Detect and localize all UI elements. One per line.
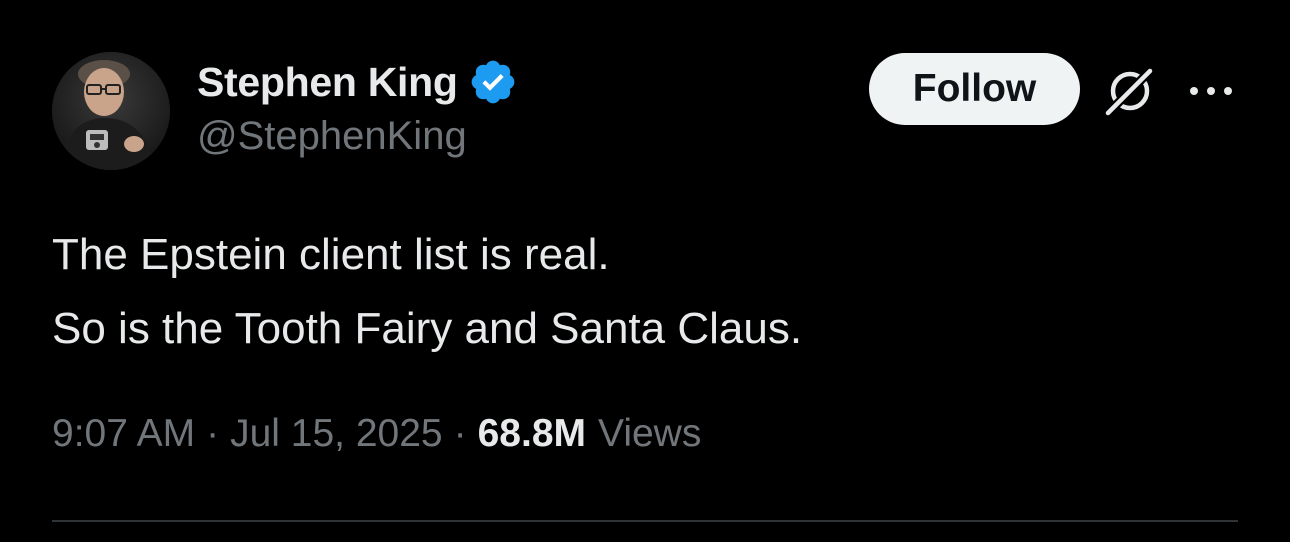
name-row: Stephen King: [197, 56, 518, 108]
views-count[interactable]: 68.8M: [478, 412, 586, 456]
profile-photo-icon: [52, 52, 170, 170]
tweet-text: The Epstein client list is real. So is t…: [52, 218, 802, 366]
tweet-text-line: So is the Tooth Fairy and Santa Claus.: [52, 304, 803, 353]
more-horizontal-icon[interactable]: [1186, 80, 1236, 102]
grok-icon[interactable]: [1102, 63, 1158, 119]
tweet-card: Stephen King @StephenKing Follow The Eps…: [0, 0, 1290, 542]
tweet-date[interactable]: Jul 15, 2025: [230, 412, 443, 456]
avatar[interactable]: [52, 52, 170, 170]
meta-separator: ·: [453, 412, 467, 455]
meta-separator: ·: [206, 412, 220, 455]
user-handle[interactable]: @StephenKing: [197, 114, 518, 159]
tweet-meta: 9:07 AM · Jul 15, 2025 · 68.8M Views: [52, 412, 701, 456]
tweet-text-line: The Epstein client list is real.: [52, 230, 610, 279]
views-label: Views: [598, 412, 702, 455]
follow-button[interactable]: Follow: [869, 53, 1080, 125]
tweet-time[interactable]: 9:07 AM: [52, 412, 195, 456]
verified-badge-icon[interactable]: [468, 57, 518, 107]
display-name[interactable]: Stephen King: [197, 59, 458, 106]
author-block: Stephen King @StephenKing: [197, 56, 518, 159]
divider: [52, 520, 1238, 522]
